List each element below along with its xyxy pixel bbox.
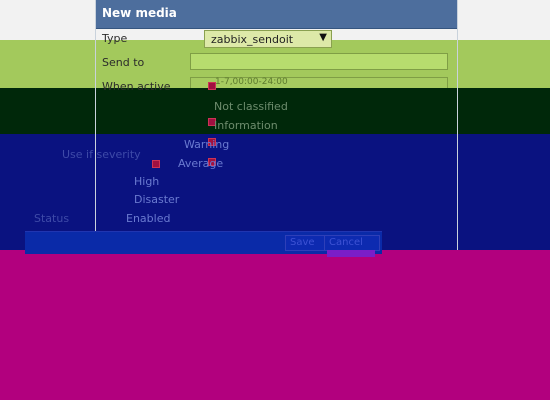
send-to-input[interactable]	[190, 53, 448, 70]
status-label: Status	[34, 212, 70, 225]
checkbox-icon[interactable]	[208, 82, 216, 90]
dialog-titlebar: New media	[96, 0, 457, 29]
type-select[interactable]: zabbix_sendoit ▼	[204, 30, 332, 48]
button-highlight	[327, 250, 375, 257]
checkbox-icon[interactable]	[152, 160, 160, 168]
use-if-severity-label: Use if severity	[62, 148, 141, 161]
when-active-label: When active	[102, 80, 171, 93]
type-select-value: zabbix_sendoit	[211, 33, 294, 46]
severity-label-information: Information	[214, 119, 278, 132]
status-value[interactable]: Enabled	[126, 212, 170, 225]
chevron-down-icon: ▼	[319, 32, 327, 43]
dialog-title: New media	[102, 6, 177, 20]
background-magenta-band	[0, 250, 550, 400]
when-active-value: 1-7,00:00-24:00	[215, 77, 288, 87]
severity-label-average: Average	[178, 157, 224, 170]
type-label: Type	[102, 32, 128, 45]
cancel-button[interactable]: Cancel	[324, 235, 380, 251]
severity-label-not-classified: Not classified	[214, 100, 288, 113]
severity-label-high: High	[134, 175, 160, 188]
when-active-input[interactable]: 1-7,00:00-24:00	[190, 77, 448, 88]
new-media-dialog: New media Type zabbix_sendoit ▼ Send to …	[34, 0, 458, 250]
severity-label-disaster: Disaster	[134, 193, 180, 206]
severity-label-warning: Warning	[184, 138, 230, 151]
send-to-label: Send to	[102, 56, 145, 69]
